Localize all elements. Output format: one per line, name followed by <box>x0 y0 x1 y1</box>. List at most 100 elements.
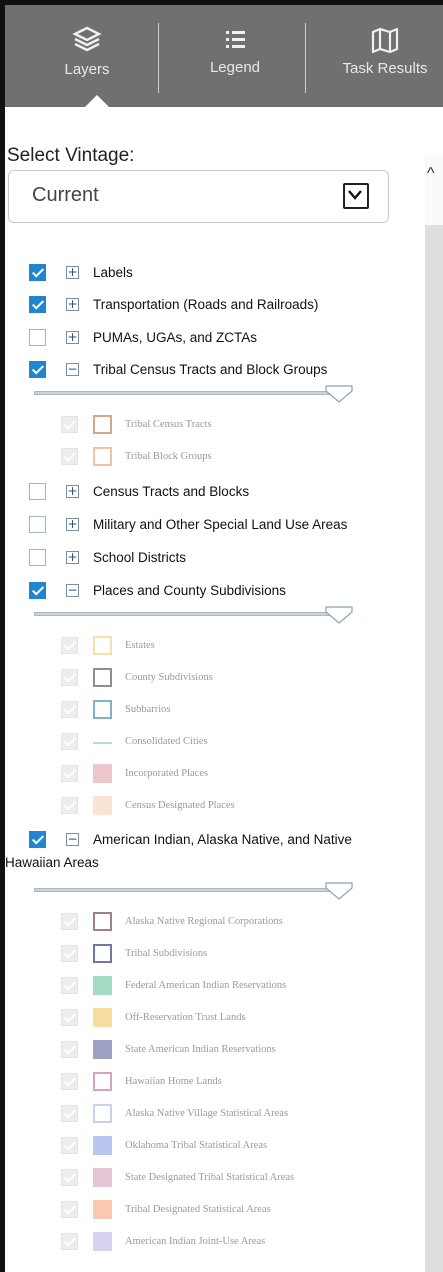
sublayer-checkbox[interactable] <box>61 765 78 782</box>
map-icon <box>371 27 399 54</box>
swatch-icon <box>93 668 112 687</box>
sublayer-checkbox[interactable] <box>61 1073 78 1090</box>
sublayer-checkbox[interactable] <box>61 1201 78 1218</box>
swatch-icon <box>93 912 112 931</box>
sublayer-checkbox[interactable] <box>61 1105 78 1122</box>
transportation-checkbox[interactable] <box>29 296 46 313</box>
tab-divider <box>305 23 306 93</box>
sublayer-label: Federal American Indian Reservations <box>125 980 287 991</box>
swatch-icon <box>93 1008 112 1027</box>
slider-thumb-icon[interactable] <box>325 606 353 624</box>
school-checkbox[interactable] <box>29 549 46 566</box>
tab-task-results[interactable]: Task Results <box>327 5 443 107</box>
active-tab-indicator <box>85 95 109 107</box>
sublayer-label: County Subdivisions <box>125 672 213 683</box>
expand-icon[interactable]: + <box>66 485 79 498</box>
aian-checkbox[interactable] <box>29 831 46 848</box>
sublayer-checkbox[interactable] <box>61 797 78 814</box>
vintage-select[interactable]: Current <box>8 170 389 223</box>
sublayer-label: Tribal Designated Statistical Areas <box>125 1204 271 1215</box>
sublayer-checkbox[interactable] <box>61 1009 78 1026</box>
window-frame: Layers Legend Task Results ^ Select Vint… <box>0 0 443 1272</box>
aian-label: American Indian, Alaska Native, and Nati… <box>93 832 352 847</box>
sublayer-label: Oklahoma Tribal Statistical Areas <box>125 1140 268 1151</box>
sublayer-label: State Designated Tribal Statistical Area… <box>125 1172 295 1183</box>
swatch-icon <box>93 1104 112 1123</box>
tribal-opacity-slider[interactable] <box>34 391 340 395</box>
expand-icon[interactable]: + <box>66 331 79 344</box>
sublayer-checkbox[interactable] <box>61 701 78 718</box>
school-label: School Districts <box>93 550 187 565</box>
census-tracts-label: Census Tracts and Blocks <box>93 484 250 499</box>
chevron-down-icon[interactable] <box>343 183 369 209</box>
places-checkbox[interactable] <box>29 582 46 599</box>
sublayer-checkbox[interactable] <box>61 1169 78 1186</box>
aian-opacity-slider[interactable] <box>34 888 340 892</box>
sublayer-label: Estates <box>125 640 155 651</box>
tab-bar: Layers Legend Task Results <box>5 5 443 107</box>
sublayer-label: Hawaiian Home Lands <box>125 1076 222 1087</box>
expand-icon[interactable]: + <box>66 266 79 279</box>
tab-layers[interactable]: Layers <box>37 5 137 107</box>
swatch-icon <box>93 976 112 995</box>
slider-thumb-icon[interactable] <box>325 882 353 900</box>
slider-thumb-icon[interactable] <box>325 385 353 403</box>
transportation-label: Transportation (Roads and Railroads) <box>93 297 319 312</box>
military-checkbox[interactable] <box>29 516 46 533</box>
collapse-icon[interactable]: − <box>66 833 79 846</box>
labels-checkbox[interactable] <box>29 264 46 281</box>
sublayer-label: Consolidated Cities <box>125 736 208 747</box>
sublayer-checkbox[interactable] <box>61 416 78 433</box>
swatch-icon <box>93 1136 112 1155</box>
collapse-icon[interactable]: − <box>66 584 79 597</box>
tab-legend-label: Legend <box>209 59 261 76</box>
vintage-select-value: Current <box>32 184 99 206</box>
tribal-checkbox[interactable] <box>29 361 46 378</box>
sublayer-checkbox[interactable] <box>61 945 78 962</box>
swatch-icon <box>93 636 112 655</box>
tab-task-results-label: Task Results <box>342 60 428 77</box>
swatch-icon <box>93 1040 112 1059</box>
pumas-label: PUMAs, UGAs, and ZCTAs <box>93 330 258 345</box>
pumas-checkbox[interactable] <box>29 329 46 346</box>
sublayer-label: Alaska Native Village Statistical Areas <box>125 1108 289 1119</box>
swatch-icon <box>93 700 112 719</box>
tab-legend[interactable]: Legend <box>190 5 280 107</box>
aian-label-continued: Hawaiian Areas <box>5 855 99 870</box>
sublayer-checkbox[interactable] <box>61 913 78 930</box>
swatch-icon <box>93 415 112 434</box>
places-opacity-slider[interactable] <box>34 612 340 616</box>
line-swatch-icon <box>93 742 112 744</box>
sublayer-checkbox[interactable] <box>61 637 78 654</box>
swatch-icon <box>93 796 112 815</box>
sublayer-checkbox[interactable] <box>61 1137 78 1154</box>
scroll-up-icon[interactable]: ^ <box>427 165 435 183</box>
sublayer-checkbox[interactable] <box>61 669 78 686</box>
scrollbar-track[interactable] <box>425 225 443 1272</box>
sublayer-label: Tribal Census Tracts <box>125 419 212 430</box>
swatch-icon <box>93 447 112 466</box>
expand-icon[interactable]: + <box>66 518 79 531</box>
layers-content: ^ Select Vintage: Current + Labels + Tra… <box>5 107 443 1272</box>
sublayer-checkbox[interactable] <box>61 1041 78 1058</box>
sublayer-checkbox[interactable] <box>61 1233 78 1250</box>
expand-icon[interactable]: + <box>66 551 79 564</box>
swatch-icon <box>93 1168 112 1187</box>
list-icon <box>226 31 245 48</box>
swatch-icon <box>93 944 112 963</box>
military-label: Military and Other Special Land Use Area… <box>93 517 348 532</box>
sublayer-checkbox[interactable] <box>61 977 78 994</box>
vintage-title: Select Vintage: <box>7 145 135 166</box>
sublayer-label: Census Designated Places <box>125 800 235 811</box>
expand-icon[interactable]: + <box>66 298 79 311</box>
sublayer-label: Tribal Block Groups <box>125 451 212 462</box>
sublayer-checkbox[interactable] <box>61 733 78 750</box>
swatch-icon <box>93 1232 112 1251</box>
sublayer-label: American Indian Joint-Use Areas <box>125 1236 266 1247</box>
sublayer-label: Tribal Subdivisions <box>125 948 208 959</box>
sublayer-checkbox[interactable] <box>61 448 78 465</box>
collapse-icon[interactable]: − <box>66 363 79 376</box>
census-tracts-checkbox[interactable] <box>29 483 46 500</box>
tab-layers-label: Layers <box>64 61 110 78</box>
sublayer-label: Off-Reservation Trust Lands <box>125 1012 246 1023</box>
